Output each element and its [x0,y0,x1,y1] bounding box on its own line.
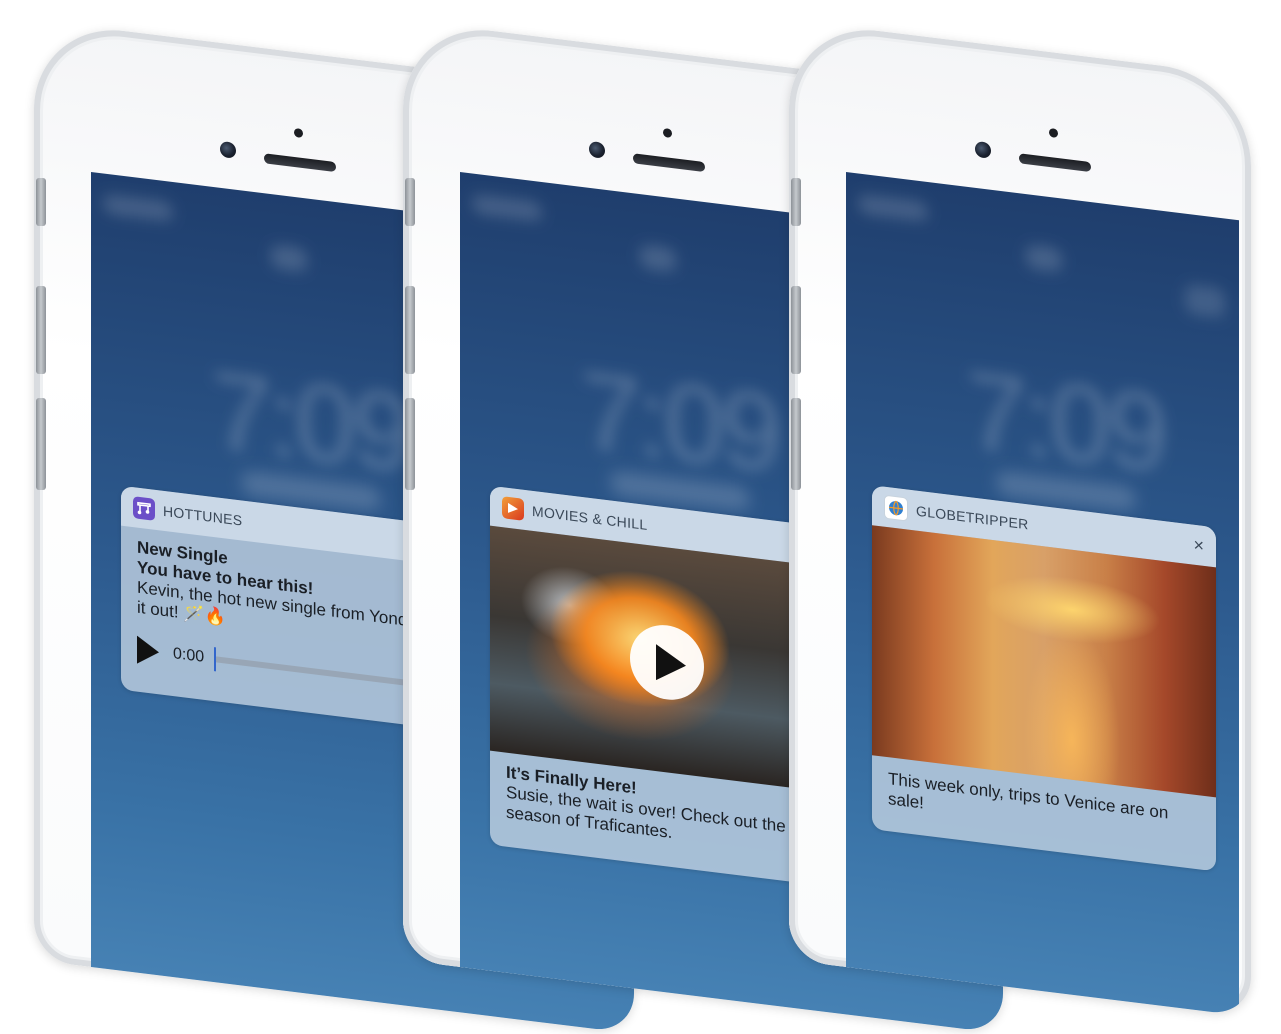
app-name: MOVIES & CHILL [532,502,648,534]
volume-down-button [791,286,801,374]
proximity-sensor [1049,127,1058,139]
movie-icon [502,496,524,521]
audio-time: 0:00 [173,645,205,666]
blurred-clock: 7:09 [211,348,410,497]
volume-down-button [36,286,46,374]
power-button [791,398,801,490]
volume-up-button [36,178,46,226]
volume-up-button [791,178,801,226]
volume-down-button [405,286,415,374]
earpiece-speaker [633,153,705,173]
blurred-clock: 7:09 [580,348,779,497]
earpiece-speaker [1019,153,1091,173]
power-button [36,398,46,490]
globe-icon [884,494,908,522]
blurred-clock: 7:09 [966,348,1165,497]
power-button [405,398,415,490]
volume-up-button [405,178,415,226]
music-note-icon [133,496,155,521]
proximity-sensor [663,127,672,139]
lock-screen: 7:09 GLOBETRIPPER × This week only, trip… [846,171,1239,1017]
earpiece-speaker [264,153,336,173]
front-camera [220,140,236,159]
proximity-sensor [294,127,303,139]
play-icon[interactable] [137,635,159,667]
play-icon [656,644,686,681]
audio-scrubber-handle[interactable] [214,647,217,672]
close-icon[interactable]: × [1193,534,1204,556]
app-name: GLOBETRIPPER [916,502,1029,533]
app-name: HOTTUNES [163,502,243,529]
phone-3: 7:09 GLOBETRIPPER × This week only, trip… [789,20,1251,1017]
play-button[interactable] [630,620,704,704]
venice-image[interactable] [872,525,1216,798]
front-camera [589,140,605,159]
notification-card-globetripper[interactable]: GLOBETRIPPER × This week only, trips to … [872,485,1216,872]
front-camera [975,140,991,159]
